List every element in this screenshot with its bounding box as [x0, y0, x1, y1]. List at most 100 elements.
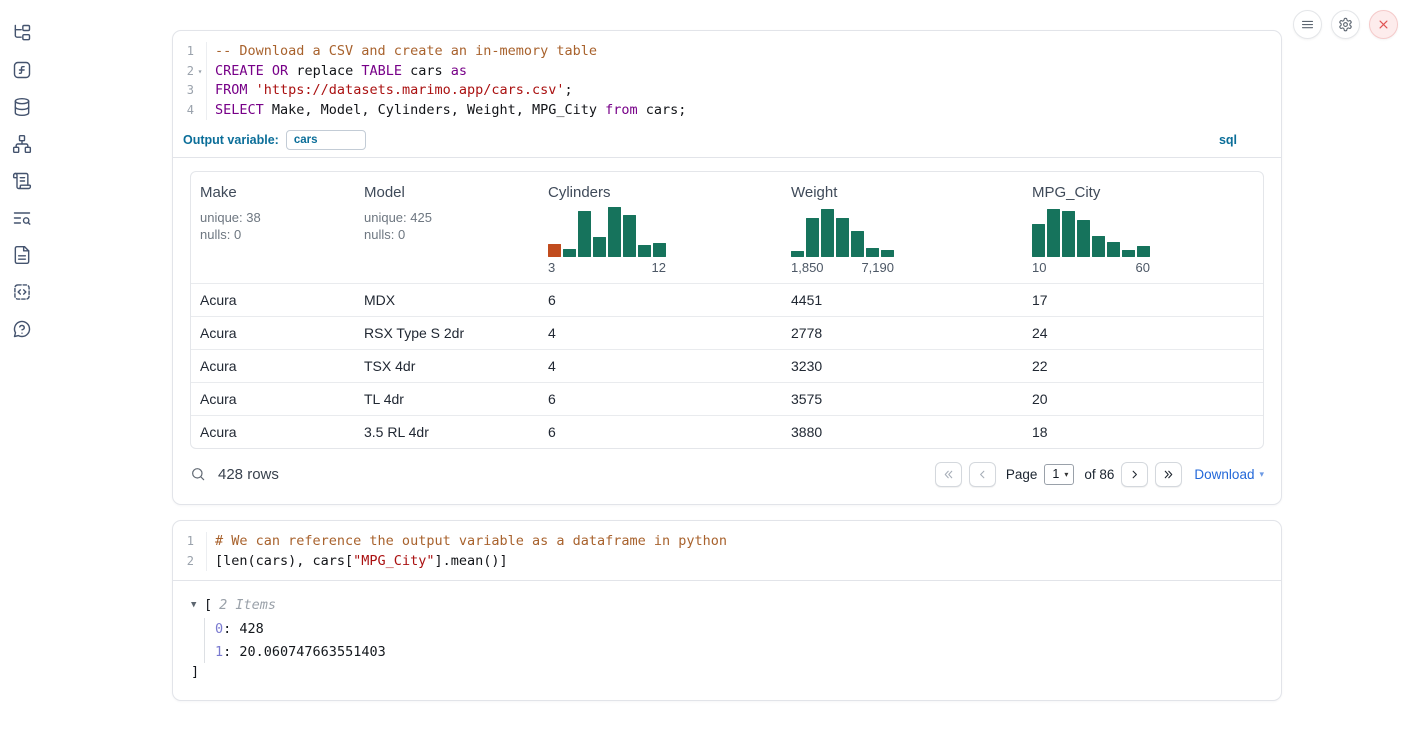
table-row: AcuraMDX6445117 [191, 283, 1263, 316]
code-token: [len(cars), cars[ [215, 553, 353, 569]
table-cell: 22 [1023, 358, 1263, 374]
histogram-bars [791, 207, 894, 257]
python-code-editor[interactable]: 1# We can reference the output variable … [173, 521, 1281, 581]
settings-button[interactable] [1331, 10, 1360, 39]
line-number: 2 [173, 62, 194, 82]
chevron-right-button[interactable] [1121, 462, 1148, 487]
code-token: as [451, 63, 467, 79]
histogram-bar [1107, 242, 1120, 257]
line-gutter: 1 [173, 42, 207, 62]
sidebar-item-logs[interactable] [12, 207, 33, 228]
language-badge[interactable]: sql [1219, 133, 1237, 147]
table-cell: 3230 [782, 358, 1023, 374]
menu-button[interactable] [1293, 10, 1322, 39]
sidebar-item-variables[interactable] [12, 59, 33, 80]
table-cell: TSX 4dr [355, 358, 539, 374]
code-text: -- Download a CSV and create an in-memor… [207, 42, 597, 62]
code-token: ; [565, 82, 573, 98]
histogram-bar [1077, 220, 1090, 257]
code-token [264, 63, 272, 79]
list-search-icon [12, 208, 32, 228]
code-token: OR [272, 63, 288, 79]
histogram-bar [1032, 224, 1045, 257]
table-cell: 18 [1023, 424, 1263, 440]
fold-chevron-icon[interactable]: ▾ [194, 62, 206, 82]
table-cell: 24 [1023, 325, 1263, 341]
chevrons-right-icon [1162, 468, 1175, 481]
histogram-bar [1122, 250, 1135, 257]
download-button[interactable]: Download ▾ [1194, 467, 1264, 482]
column-histogram: 312 [548, 207, 774, 275]
hamburger-menu-icon [1300, 17, 1315, 32]
table-header: Makeunique: 38nulls: 0Modelunique: 425nu… [191, 172, 1263, 283]
chevrons-right-button[interactable] [1155, 462, 1182, 487]
download-label: Download [1194, 467, 1254, 482]
table-cell: 6 [539, 292, 782, 308]
python-cell: 1 # We can reference the output variable … [172, 520, 1282, 701]
tree-entry: 0: 428 [215, 618, 1264, 641]
tree-root: ▼ [ 2 Items [191, 595, 1264, 615]
histogram-bar [806, 218, 819, 257]
column-header-weight[interactable]: Weight1,8507,190 [782, 172, 1023, 283]
table-footer: 428 rows Page1▾of 86 Download ▾ [190, 460, 1264, 488]
table-cell: TL 4dr [355, 391, 539, 407]
sidebar-item-documentation[interactable] [12, 244, 33, 265]
histogram-axis-labels: 1,8507,190 [791, 260, 894, 275]
sql-code-editor[interactable]: 1-- Download a CSV and create an in-memo… [173, 31, 1281, 122]
line-gutter: 4 [173, 101, 207, 121]
histogram-axis-labels: 312 [548, 260, 666, 275]
sidebar-item-scratchpad[interactable] [12, 170, 33, 191]
sidebar-item-dependencies[interactable] [12, 133, 33, 154]
code-text: CREATE OR replace TABLE cars as [207, 62, 467, 82]
histogram-bar [638, 245, 651, 257]
line-gutter: 2 [173, 552, 207, 572]
sidebar-item-snippets[interactable] [12, 281, 33, 302]
row-count: 428 rows [218, 466, 279, 483]
column-header-mpg_city[interactable]: MPG_City1060 [1023, 172, 1263, 283]
tree-entry-key: 1 [215, 644, 223, 660]
chevrons-left-button[interactable] [935, 462, 962, 487]
tree-entry-key: 0 [215, 621, 223, 637]
chevron-left-icon [976, 468, 989, 481]
close-icon [1376, 17, 1391, 32]
page-total-label: of 86 [1084, 467, 1114, 482]
table-row: Acura3.5 RL 4dr6388018 [191, 415, 1263, 448]
table-row: AcuraTSX 4dr4323022 [191, 349, 1263, 382]
code-token: # We can reference the output variable a… [215, 533, 727, 549]
shutdown-button[interactable] [1369, 10, 1398, 39]
table-cell: 3.5 RL 4dr [355, 424, 539, 440]
tree-entry-separator: : [223, 621, 239, 637]
column-header-make[interactable]: Makeunique: 38nulls: 0 [191, 172, 355, 283]
table-cell: RSX Type S 2dr [355, 325, 539, 341]
topbar-actions [1293, 10, 1398, 39]
search-icon[interactable] [190, 466, 206, 482]
table-row: AcuraRSX Type S 2dr4277824 [191, 316, 1263, 349]
code-token: cars [402, 63, 451, 79]
output-variable-input[interactable] [286, 130, 366, 150]
table-cell: 20 [1023, 391, 1263, 407]
histogram-bar [623, 215, 636, 257]
column-histogram: 1,8507,190 [791, 207, 1015, 275]
sidebar-item-data-sources[interactable] [12, 96, 33, 117]
tree-entry-separator: : [223, 644, 239, 660]
chevron-down-icon[interactable]: ▼ [191, 600, 204, 610]
code-token: SELECT [215, 102, 264, 118]
sidebar-item-file-explorer[interactable] [12, 22, 33, 43]
chevron-left-button[interactable] [969, 462, 996, 487]
column-header-model[interactable]: Modelunique: 425nulls: 0 [355, 172, 539, 283]
python-cell-output: ▼ [ 2 Items 0: 4281: 20.060747663551403 … [173, 581, 1281, 700]
histogram-bar [608, 207, 621, 257]
column-header-cylinders[interactable]: Cylinders312 [539, 172, 782, 283]
scroll-icon [12, 171, 32, 191]
code-line: 3FROM 'https://datasets.marimo.app/cars.… [173, 81, 1281, 101]
gear-icon [1338, 17, 1353, 32]
page-select[interactable]: 1▾ [1044, 464, 1074, 485]
sidebar-panel [0, 0, 44, 729]
histogram-bar [578, 211, 591, 257]
sql-cell: 1-- Download a CSV and create an in-memo… [172, 30, 1282, 505]
table-body: AcuraMDX6445117AcuraRSX Type S 2dr427782… [191, 283, 1263, 448]
file-text-icon [12, 245, 32, 265]
code-text: FROM 'https://datasets.marimo.app/cars.c… [207, 81, 573, 101]
stat-line: unique: 38 [200, 210, 347, 227]
sidebar-item-help[interactable] [12, 318, 33, 339]
